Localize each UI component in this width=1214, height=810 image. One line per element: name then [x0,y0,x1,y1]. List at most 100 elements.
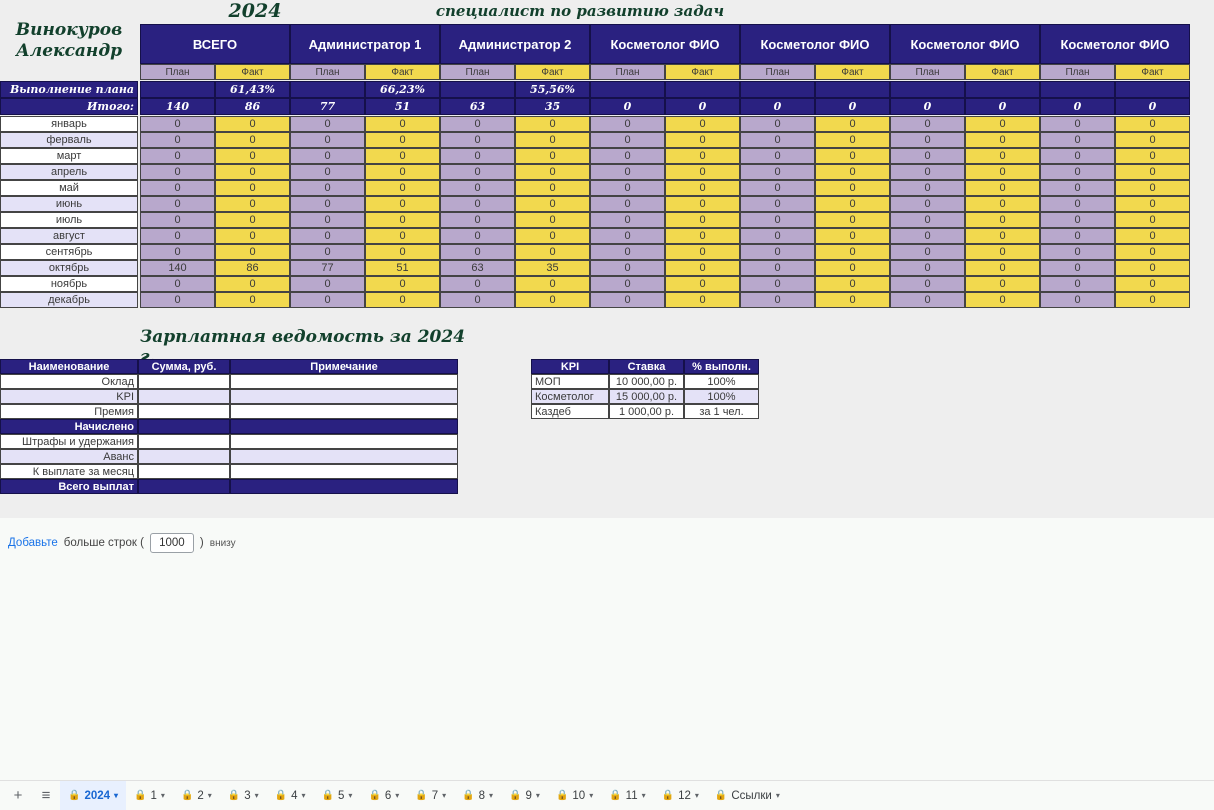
salary-row-amount-0[interactable] [138,374,230,389]
month-value-2-2[interactable]: 0 [290,148,365,164]
month-value-7-13[interactable]: 0 [1115,228,1190,244]
month-value-9-13[interactable]: 0 [1115,260,1190,276]
month-value-10-5[interactable]: 0 [515,276,590,292]
month-value-5-3[interactable]: 0 [365,196,440,212]
month-value-9-5[interactable]: 35 [515,260,590,276]
month-value-10-3[interactable]: 0 [365,276,440,292]
month-value-1-8[interactable]: 0 [740,132,815,148]
sheet-tab-4[interactable]: 🔒 4 ▾ [267,781,314,810]
month-value-2-6[interactable]: 0 [590,148,665,164]
month-value-5-2[interactable]: 0 [290,196,365,212]
month-value-9-8[interactable]: 0 [740,260,815,276]
sheet-tab-3[interactable]: 🔒 3 ▾ [220,781,267,810]
month-value-2-9[interactable]: 0 [815,148,890,164]
month-value-5-0[interactable]: 0 [140,196,215,212]
sheet-tab-6[interactable]: 🔒 6 ▾ [360,781,407,810]
month-value-0-12[interactable]: 0 [1040,116,1115,132]
kpi-row-rate-0[interactable]: 10 000,00 р. [609,374,684,389]
kpi-row-percent-2[interactable]: за 1 чел. [684,404,759,419]
salary-row-amount-2[interactable] [138,404,230,419]
month-value-9-12[interactable]: 0 [1040,260,1115,276]
month-value-4-0[interactable]: 0 [140,180,215,196]
month-value-2-10[interactable]: 0 [890,148,965,164]
sheet-tab-2024[interactable]: 🔒 2024 ▾ [60,780,127,810]
month-value-8-5[interactable]: 0 [515,244,590,260]
month-value-7-9[interactable]: 0 [815,228,890,244]
month-value-4-7[interactable]: 0 [665,180,740,196]
sheet-tab-10[interactable]: 🔒 10 ▾ [548,781,601,810]
month-value-6-1[interactable]: 0 [215,212,290,228]
salary-row-amount-1[interactable] [138,389,230,404]
all-sheets-menu-icon[interactable]: ≡ [32,782,60,810]
month-value-7-11[interactable]: 0 [965,228,1040,244]
month-value-5-12[interactable]: 0 [1040,196,1115,212]
sheet-tab-11[interactable]: 🔒 11 ▾ [601,781,653,810]
month-value-9-3[interactable]: 51 [365,260,440,276]
salary-row-note-6[interactable] [230,464,458,479]
month-value-3-2[interactable]: 0 [290,164,365,180]
month-value-8-9[interactable]: 0 [815,244,890,260]
month-value-0-8[interactable]: 0 [740,116,815,132]
month-value-3-6[interactable]: 0 [590,164,665,180]
month-value-10-1[interactable]: 0 [215,276,290,292]
month-value-0-5[interactable]: 0 [515,116,590,132]
month-value-9-1[interactable]: 86 [215,260,290,276]
month-value-3-5[interactable]: 0 [515,164,590,180]
month-value-6-9[interactable]: 0 [815,212,890,228]
month-value-5-7[interactable]: 0 [665,196,740,212]
month-value-5-6[interactable]: 0 [590,196,665,212]
month-value-1-3[interactable]: 0 [365,132,440,148]
month-value-10-0[interactable]: 0 [140,276,215,292]
month-value-2-5[interactable]: 0 [515,148,590,164]
salary-row-amount-5[interactable] [138,449,230,464]
month-value-1-9[interactable]: 0 [815,132,890,148]
month-value-0-10[interactable]: 0 [890,116,965,132]
month-value-11-2[interactable]: 0 [290,292,365,308]
month-value-6-0[interactable]: 0 [140,212,215,228]
month-value-5-1[interactable]: 0 [215,196,290,212]
chevron-down-icon[interactable]: ▾ [395,791,399,800]
salary-row-amount-4[interactable] [138,434,230,449]
month-value-4-8[interactable]: 0 [740,180,815,196]
month-value-2-8[interactable]: 0 [740,148,815,164]
month-value-4-10[interactable]: 0 [890,180,965,196]
chevron-down-icon[interactable]: ▾ [489,791,493,800]
month-value-5-4[interactable]: 0 [440,196,515,212]
month-value-8-10[interactable]: 0 [890,244,965,260]
month-value-3-4[interactable]: 0 [440,164,515,180]
month-value-1-11[interactable]: 0 [965,132,1040,148]
month-value-1-1[interactable]: 0 [215,132,290,148]
month-value-7-10[interactable]: 0 [890,228,965,244]
month-value-7-3[interactable]: 0 [365,228,440,244]
sheet-tab-9[interactable]: 🔒 9 ▾ [501,781,548,810]
kpi-row-percent-0[interactable]: 100% [684,374,759,389]
salary-row-note-2[interactable] [230,404,458,419]
month-value-4-5[interactable]: 0 [515,180,590,196]
sheet-tab-1[interactable]: 🔒 1 ▾ [126,781,173,810]
month-value-3-1[interactable]: 0 [215,164,290,180]
chevron-down-icon[interactable]: ▾ [536,791,540,800]
month-value-9-7[interactable]: 0 [665,260,740,276]
kpi-row-rate-1[interactable]: 15 000,00 р. [609,389,684,404]
month-value-8-3[interactable]: 0 [365,244,440,260]
month-value-1-0[interactable]: 0 [140,132,215,148]
month-value-3-0[interactable]: 0 [140,164,215,180]
month-value-7-4[interactable]: 0 [440,228,515,244]
month-value-3-7[interactable]: 0 [665,164,740,180]
month-value-0-0[interactable]: 0 [140,116,215,132]
chevron-down-icon[interactable]: ▾ [161,791,165,800]
month-value-9-6[interactable]: 0 [590,260,665,276]
month-value-0-7[interactable]: 0 [665,116,740,132]
month-value-1-7[interactable]: 0 [665,132,740,148]
month-value-2-4[interactable]: 0 [440,148,515,164]
month-value-7-5[interactable]: 0 [515,228,590,244]
month-value-6-5[interactable]: 0 [515,212,590,228]
month-value-7-1[interactable]: 0 [215,228,290,244]
add-sheet-icon[interactable]: + [4,782,32,810]
month-value-6-13[interactable]: 0 [1115,212,1190,228]
month-value-9-2[interactable]: 77 [290,260,365,276]
month-value-2-13[interactable]: 0 [1115,148,1190,164]
month-value-6-12[interactable]: 0 [1040,212,1115,228]
month-value-11-7[interactable]: 0 [665,292,740,308]
month-value-9-11[interactable]: 0 [965,260,1040,276]
